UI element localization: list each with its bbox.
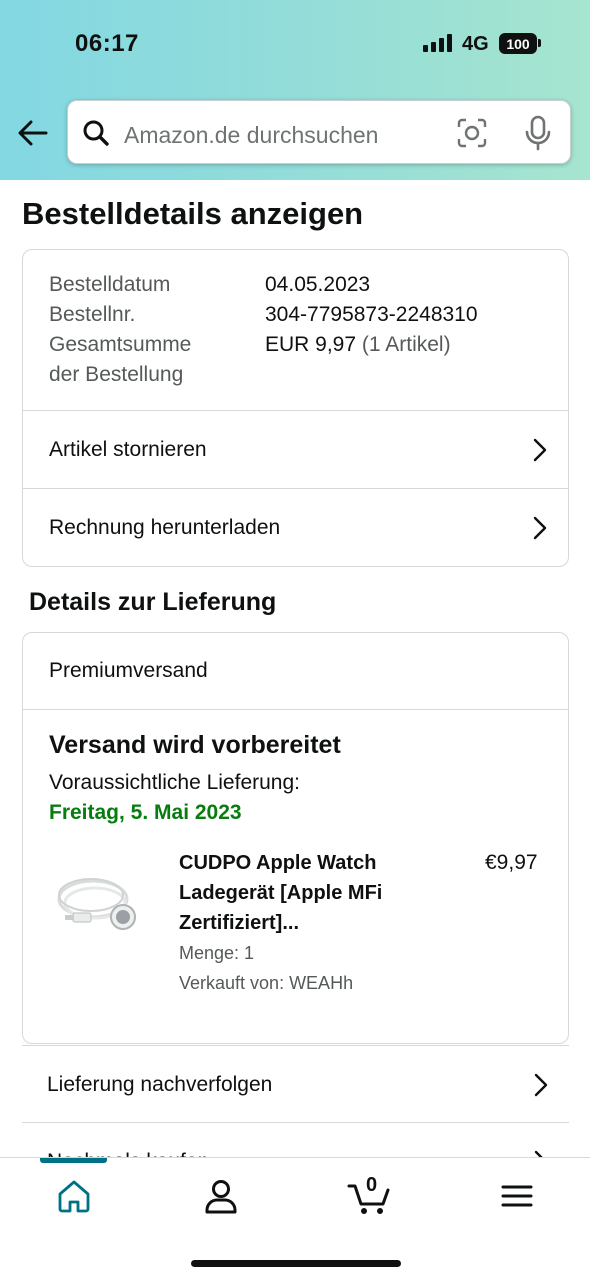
product-title-link[interactable]: CUDPO Apple Watch Ladegerät [Apple MFi Z… — [179, 848, 439, 938]
delivery-section-title: Details zur Lieferung — [29, 588, 277, 616]
cart-tab-icon[interactable]: 0 — [347, 1174, 393, 1216]
order-summary-card: Bestelldatum 04.05.2023 Bestellnr. 304-7… — [22, 249, 569, 567]
microphone-icon[interactable] — [523, 115, 553, 156]
chevron-right-icon — [533, 1072, 549, 1104]
track-delivery-label: Lieferung nachverfolgen — [47, 1072, 273, 1096]
track-delivery-row[interactable]: Lieferung nachverfolgen — [22, 1045, 569, 1123]
status-time: 06:17 — [75, 30, 139, 57]
order-date-value: 04.05.2023 — [265, 273, 371, 296]
home-indicator — [191, 1260, 401, 1267]
product-quantity: Menge: 1 — [179, 943, 255, 963]
search-icon — [82, 119, 110, 152]
cancel-items-row[interactable]: Artikel stornieren — [23, 410, 568, 488]
chevron-right-icon — [532, 515, 548, 547]
order-item-count: (1 Artikel) — [361, 333, 451, 356]
menu-tab-icon[interactable] — [497, 1176, 537, 1216]
signal-strength-icon — [423, 34, 452, 52]
product-image[interactable] — [53, 859, 148, 949]
order-number-label: Bestellnr. — [49, 303, 136, 326]
chevron-right-icon — [532, 437, 548, 469]
product-price: €9,97 — [485, 851, 538, 874]
order-total-amount: EUR 9,97 — [265, 333, 357, 356]
order-total-label-line2: der Bestellung — [49, 363, 184, 386]
active-tab-indicator — [40, 1158, 107, 1163]
camera-scan-icon[interactable] — [456, 117, 488, 154]
order-total-label-line1: Gesamtsumme — [49, 333, 192, 356]
shipment-status: Versand wird vorbereitet — [49, 731, 341, 759]
search-bar[interactable]: Amazon.de durchsuchen — [67, 100, 571, 164]
download-invoice-label: Rechnung herunterladen — [49, 515, 281, 539]
product-seller: Verkauft von: WEAHh — [179, 973, 354, 993]
order-number-value: 304-7795873-2248310 — [265, 303, 478, 326]
header-bar: 06:17 4G 100 Amazon.de durchsuchen — [0, 0, 590, 180]
delivery-eta-label: Voraussichtliche Lieferung: — [49, 771, 300, 794]
order-total-value: EUR 9,97 (1 Artikel) — [265, 330, 451, 360]
network-type: 4G — [462, 33, 489, 55]
shipping-method: Premiumversand — [23, 633, 568, 710]
delivery-eta-date: Freitag, 5. Mai 2023 — [49, 801, 242, 824]
delivery-card: Premiumversand Versand wird vorbereitet … — [22, 632, 569, 1044]
account-tab-icon[interactable] — [201, 1176, 241, 1216]
download-invoice-row[interactable]: Rechnung herunterladen — [23, 488, 568, 566]
battery-tip — [538, 39, 541, 47]
search-input[interactable]: Amazon.de durchsuchen — [124, 122, 378, 149]
page-title: Bestelldetails anzeigen — [22, 196, 364, 231]
cart-count-badge: 0 — [366, 1174, 378, 1196]
battery-level: 100 — [506, 35, 530, 52]
home-tab-icon[interactable] — [54, 1176, 94, 1216]
order-details: Bestelldatum 04.05.2023 Bestellnr. 304-7… — [23, 250, 568, 410]
battery-icon: 100 — [499, 33, 537, 54]
cancel-items-label: Artikel stornieren — [49, 437, 207, 461]
back-arrow-icon[interactable] — [16, 116, 50, 150]
order-date-label: Bestelldatum — [49, 273, 171, 296]
